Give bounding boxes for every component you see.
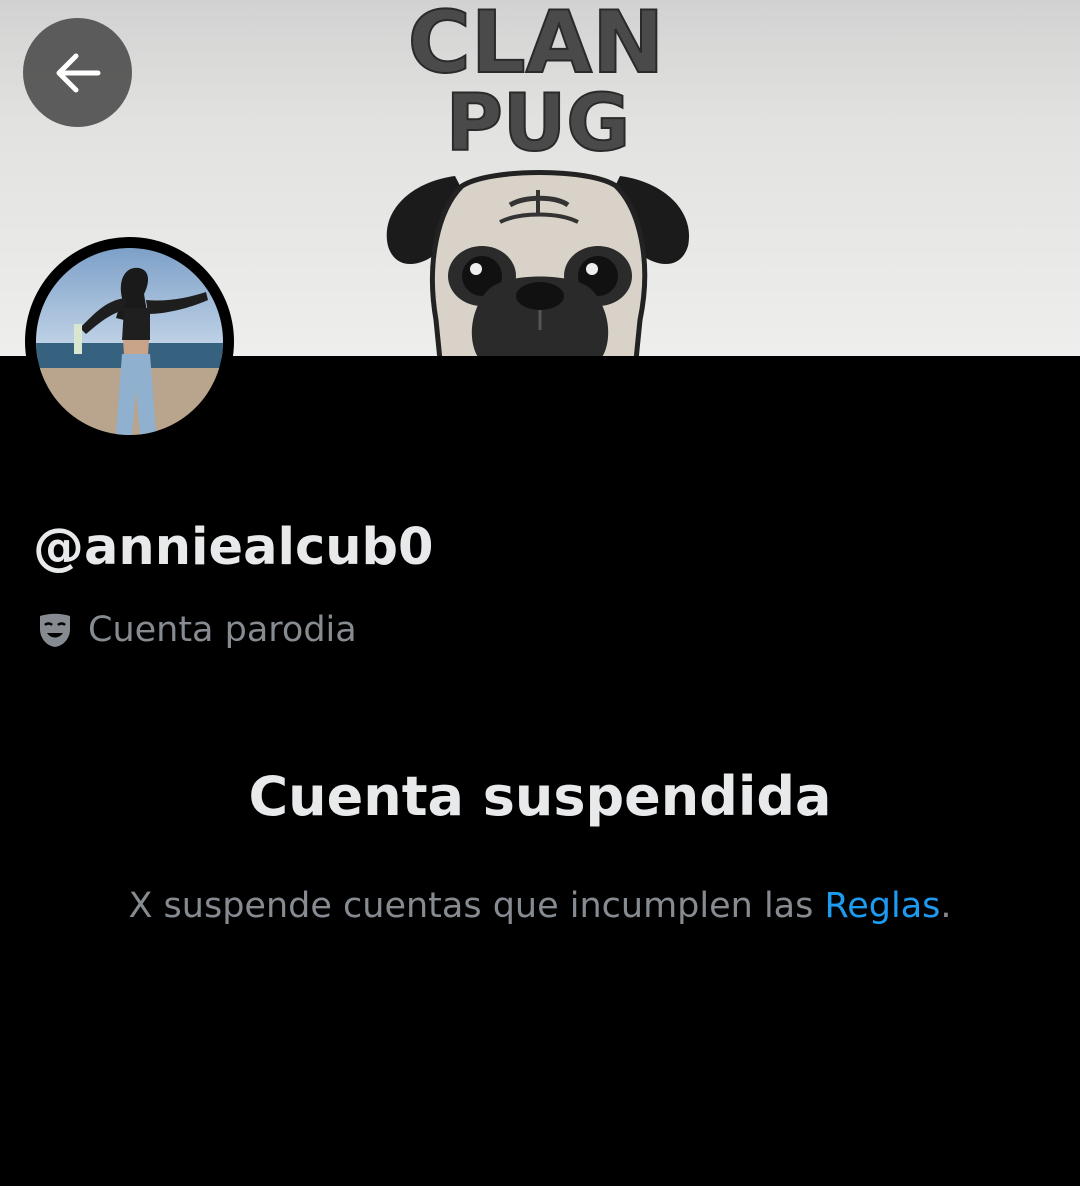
parody-label: Cuenta parodia: [36, 604, 357, 656]
theater-mask-icon: [36, 611, 74, 649]
banner-text-pug: PUG: [446, 79, 631, 169]
profile-handle: @anniealcub0: [33, 518, 434, 577]
rules-link[interactable]: Reglas: [825, 886, 941, 926]
suspended-title: Cuenta suspendida: [248, 765, 832, 828]
arrow-left-icon: [56, 53, 100, 92]
avatar-image: [36, 248, 223, 435]
avatar[interactable]: [25, 237, 234, 446]
suspended-message-suffix: .: [940, 886, 952, 926]
suspended-message: X suspende cuentas que incumplen las Reg…: [0, 880, 1080, 932]
back-button[interactable]: [23, 18, 132, 127]
pug-illustration: [386, 170, 690, 356]
parody-label-text: Cuenta parodia: [88, 610, 357, 650]
suspended-message-text: X suspende cuentas que incumplen las: [128, 886, 825, 926]
